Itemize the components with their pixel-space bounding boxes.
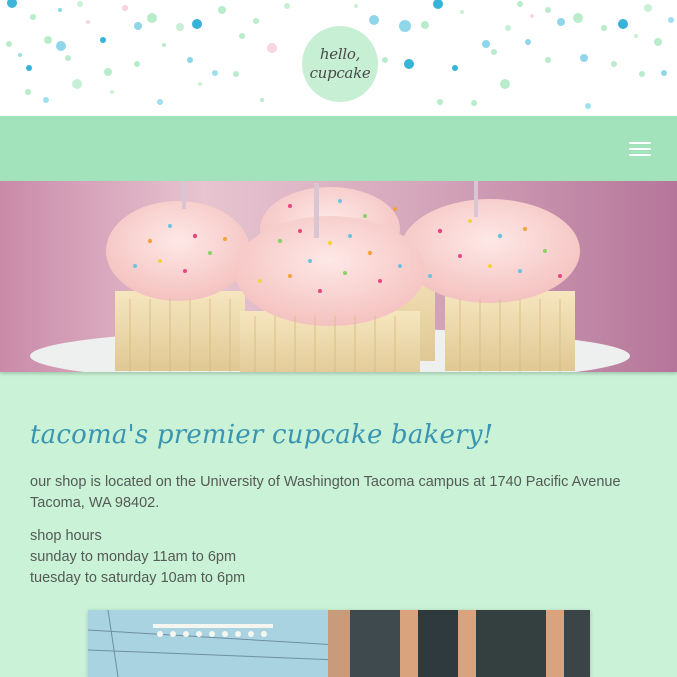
storefront-illustration (88, 610, 590, 677)
hero-cupcakes-image (0, 181, 677, 372)
hamburger-menu-icon[interactable] (629, 140, 653, 158)
navigation-bar (0, 116, 677, 181)
page-headline: tacoma's premier cupcake bakery! (30, 420, 494, 450)
hours-line: sunday to monday 11am to 6pm (30, 549, 237, 565)
logo-text-line1: hello, (319, 45, 361, 63)
cupcakes-illustration (0, 181, 677, 372)
hours-title: shop hours (30, 528, 102, 544)
location-text: our shop is located on the University of… (30, 472, 650, 514)
logo-home-link[interactable]: hello, cupcake (302, 26, 378, 102)
site-header: hello, cupcake (0, 0, 677, 116)
logo-text-line2: cupcake (309, 64, 371, 82)
location-line-1: our shop is located on the University of… (30, 474, 621, 490)
hours-line: tuesday to saturday 10am to 6pm (30, 570, 246, 586)
storefront-photo (88, 610, 590, 677)
main-content: tacoma's premier cupcake bakery! our sho… (30, 410, 650, 589)
location-line-2: Tacoma, WA 98402. (30, 495, 160, 511)
shop-hours: shop hours sunday to monday 11am to 6pm … (30, 526, 650, 589)
